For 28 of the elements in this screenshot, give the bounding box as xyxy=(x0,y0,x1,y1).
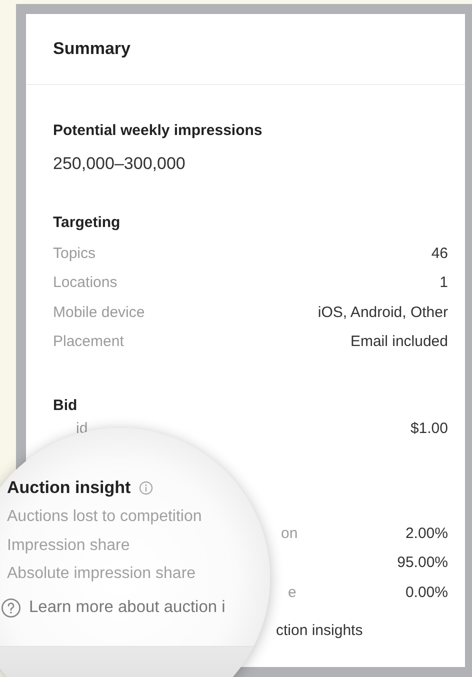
section-title: Auction insight xyxy=(7,478,131,498)
row-value: 46 xyxy=(431,244,448,262)
row-label: Locations xyxy=(53,274,118,292)
row-label: on xyxy=(281,524,298,542)
row-label: Placement xyxy=(53,333,124,350)
card-title: Summary xyxy=(53,39,130,59)
impressions-value: 250,000–300,000 xyxy=(53,153,186,175)
row-value: 95.00% xyxy=(397,554,448,572)
row-label: id xyxy=(76,420,88,436)
row-label: Impression share xyxy=(7,536,130,556)
row-label: Mobile device xyxy=(53,304,145,321)
auction-insights-link[interactable]: ction insights xyxy=(276,622,363,638)
row-value: iOS, Android, Other xyxy=(318,304,448,321)
row-label: e xyxy=(288,584,296,601)
row-label: Auctions lost to competition xyxy=(7,507,202,527)
row-value: 2.00% xyxy=(405,524,448,542)
row-label: Absolute impression share xyxy=(7,564,196,584)
section-title: Targeting xyxy=(53,213,122,233)
row-value: Email included xyxy=(350,333,448,350)
learn-more-link[interactable]: Learn more about auction i xyxy=(1,596,226,620)
row-value: 1 xyxy=(440,274,448,292)
help-icon xyxy=(1,598,21,618)
row-value: 0.00% xyxy=(405,584,448,601)
row-label: Topics xyxy=(53,244,96,262)
section-title: Bid xyxy=(53,396,78,416)
row-value: $1.00 xyxy=(410,420,448,436)
section-title: Potential weekly impressions xyxy=(53,121,264,141)
info-icon[interactable] xyxy=(138,481,153,495)
